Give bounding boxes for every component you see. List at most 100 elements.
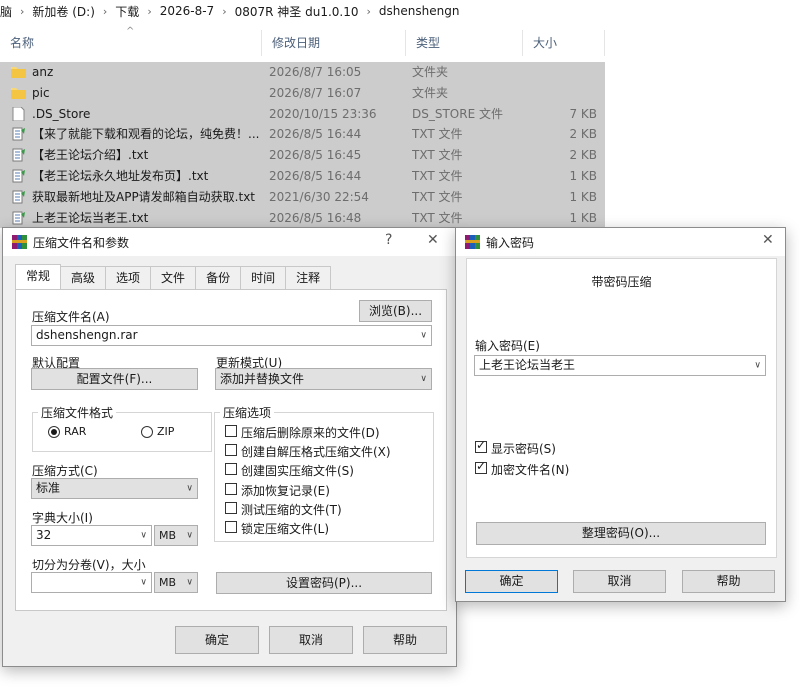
zip-radio[interactable] [141, 426, 153, 438]
dictionary-unit-select[interactable]: MB ∨ [154, 525, 198, 546]
dictionary-size-combo[interactable]: 32 ∨ [31, 525, 152, 546]
dialog-title: 压缩文件名和参数 [33, 236, 130, 250]
option-label[interactable]: 创建固实压缩文件(S) [241, 462, 354, 479]
option-checkbox[interactable] [225, 521, 237, 533]
cancel-button[interactable]: 取消 [573, 570, 666, 593]
tab-comment[interactable]: 注释 [285, 266, 332, 289]
split-unit-select[interactable]: MB ∨ [154, 572, 198, 593]
column-date[interactable]: 修改日期 [262, 30, 406, 56]
text-file-icon [12, 148, 25, 162]
file-name: 【老王论坛永久地址发布页】.txt [32, 168, 209, 183]
chevron-down-icon[interactable]: ∨ [140, 526, 147, 545]
text-file-icon [12, 169, 25, 183]
checkmark-icon: ✓ [476, 459, 487, 473]
file-type: DS_STORE 文件 [412, 106, 503, 121]
rar-label[interactable]: RAR [64, 425, 86, 438]
option-label[interactable]: 压缩后删除原来的文件(D) [241, 424, 380, 441]
dictionary-size-value: 32 [36, 528, 52, 542]
compression-method-select[interactable]: 标准 ∨ [31, 478, 198, 499]
tab-files[interactable]: 文件 [150, 266, 197, 289]
password-heading: 带密码压缩 [591, 275, 652, 289]
breadcrumb-item[interactable]: 新加卷 (D:) [30, 3, 96, 20]
general-tab-panel: 压缩文件名(A) 浏览(B)... dshenshengn.rar ∨ 默认配置… [15, 289, 447, 611]
show-password-checkbox[interactable]: ✓ [475, 438, 487, 453]
breadcrumb-item[interactable]: 下载 [113, 3, 141, 20]
file-row[interactable]: anz 2026/8/7 16:05 文件夹 [0, 62, 605, 83]
compression-options-title: 压缩选项 [220, 404, 275, 421]
file-row[interactable]: 获取最新地址及APP请发邮箱自动获取.txt 2021/6/30 22:54 TXT… [0, 186, 605, 208]
zip-label[interactable]: ZIP [157, 425, 174, 438]
organize-passwords-button[interactable]: 整理密码(O)... [476, 522, 766, 545]
column-type[interactable]: 类型 [406, 30, 523, 56]
chevron-right-icon: › [20, 4, 25, 18]
password-dialog: 输入密码 ✕ 带密码压缩 输入密码(E) 上老王论坛当老王 ∨ ✓ 显示密码(S… [455, 227, 786, 602]
option-checkbox[interactable] [225, 444, 237, 457]
file-type: TXT 文件 [412, 168, 463, 183]
file-name: pic [32, 85, 50, 100]
dialog-titlebar[interactable]: 压缩文件名和参数 ? ✕ [3, 228, 456, 256]
chevron-down-icon[interactable]: ∨ [140, 573, 147, 592]
column-size[interactable]: 大小 [523, 30, 605, 56]
file-row[interactable]: 【来了就能下载和观看的论坛，纯免费！... 2026/8/5 16:44 TXT 文… [0, 124, 605, 146]
chevron-down-icon[interactable]: ∨ [420, 369, 427, 389]
profiles-button[interactable]: 配置文件(F)... [31, 368, 198, 390]
split-size-combo[interactable]: ∨ [31, 572, 152, 593]
breadcrumb-item[interactable]: 电脑 [0, 3, 14, 20]
chevron-down-icon[interactable]: ∨ [420, 326, 427, 345]
option-label[interactable]: 测试压缩的文件(T) [241, 501, 342, 518]
help-button[interactable]: 帮助 [363, 626, 447, 654]
tab-advanced[interactable]: 高级 [60, 266, 107, 289]
file-row[interactable]: .DS_Store 2020/10/15 23:36 DS_STORE 文件 7 KB [0, 103, 605, 125]
tab-backup[interactable]: 备份 [195, 266, 242, 289]
tab-general[interactable]: 常规 [15, 264, 62, 289]
update-mode-select[interactable]: 添加并替换文件 ∨ [215, 368, 432, 390]
option-label[interactable]: 添加恢复记录(E) [241, 482, 330, 499]
help-icon[interactable]: ? [385, 232, 392, 248]
breadcrumb-item[interactable]: 0807R 神圣 du1.0.10 [233, 3, 361, 20]
close-icon[interactable]: ✕ [762, 232, 774, 248]
cancel-button[interactable]: 取消 [269, 626, 353, 654]
option-checkbox[interactable] [225, 463, 237, 476]
breadcrumb-item[interactable]: dshenshengn [377, 4, 462, 18]
tab-options[interactable]: 选项 [105, 266, 152, 289]
file-type: TXT 文件 [412, 127, 463, 142]
file-name: anz [32, 65, 54, 79]
column-name[interactable]: 名称 [0, 30, 262, 56]
option-checkbox[interactable] [225, 425, 237, 437]
file-size: 1 KB [569, 189, 597, 204]
show-password-label[interactable]: 显示密码(S) [491, 440, 556, 457]
file-type: TXT 文件 [412, 148, 463, 163]
ok-button[interactable]: 确定 [175, 626, 259, 654]
dialog-titlebar[interactable]: 输入密码 ✕ [456, 228, 785, 256]
option-checkbox[interactable] [225, 501, 237, 514]
file-row[interactable]: 【老王论坛永久地址发布页】.txt 2026/8/5 16:44 TXT 文件 1 K… [0, 165, 605, 187]
encrypt-names-checkbox[interactable]: ✓ [475, 459, 487, 474]
browse-button[interactable]: 浏览(B)... [359, 300, 432, 322]
encrypt-names-label[interactable]: 加密文件名(N) [491, 461, 569, 478]
archive-name-value: dshenshengn.rar [36, 328, 138, 342]
file-row[interactable]: 【老王论坛介绍】.txt 2026/8/5 16:45 TXT 文件 2 KB [0, 145, 605, 166]
chevron-down-icon[interactable]: ∨ [754, 356, 761, 375]
dialog-title: 输入密码 [486, 236, 535, 250]
file-type: TXT 文件 [412, 189, 463, 204]
chevron-down-icon[interactable]: ∨ [186, 479, 193, 498]
option-label[interactable]: 锁定压缩文件(L) [241, 520, 329, 537]
chevron-down-icon[interactable]: ∨ [186, 573, 193, 592]
file-date: 2021/6/30 22:54 [269, 189, 369, 204]
option-label[interactable]: 创建自解压格式压缩文件(X) [241, 443, 391, 460]
chevron-down-icon[interactable]: ∨ [186, 526, 193, 545]
password-input[interactable]: 上老王论坛当老王 ∨ [474, 355, 766, 376]
close-icon[interactable]: ✕ [427, 232, 439, 248]
file-type: 文件夹 [412, 85, 449, 100]
breadcrumb-item[interactable]: 2026-8-7 [158, 4, 216, 18]
file-row[interactable]: pic 2026/8/7 16:07 文件夹 [0, 82, 605, 104]
help-button[interactable]: 帮助 [682, 570, 775, 593]
archive-name-combo[interactable]: dshenshengn.rar ∨ [31, 325, 432, 346]
option-checkbox[interactable] [225, 482, 237, 495]
rar-radio[interactable] [48, 426, 60, 438]
tab-time[interactable]: 时间 [240, 266, 287, 289]
checkmark-icon: ✓ [476, 438, 487, 452]
set-password-button[interactable]: 设置密码(P)... [216, 572, 432, 594]
file-row[interactable]: 上老王论坛当老王.txt 2026/8/5 16:48 TXT 文件 1 KB [0, 207, 605, 229]
ok-button[interactable]: 确定 [465, 570, 558, 593]
